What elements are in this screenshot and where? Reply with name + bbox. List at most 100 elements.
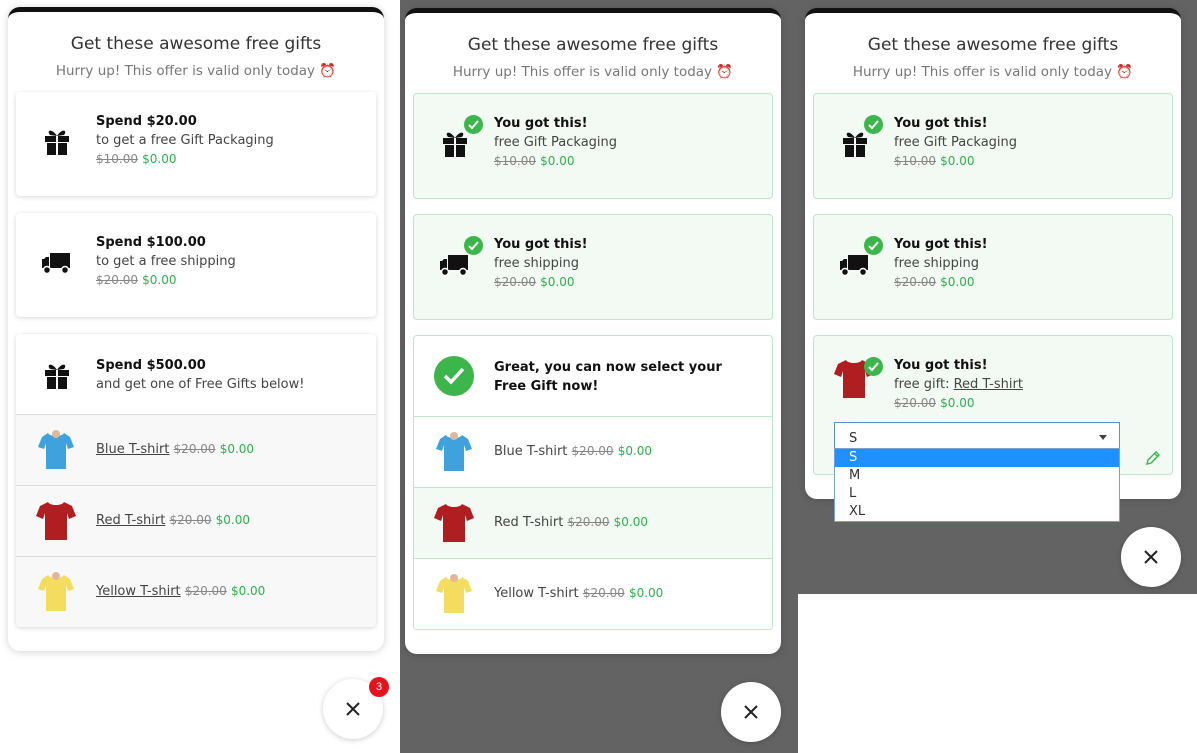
new-price: $0.00: [142, 152, 177, 166]
old-price: $20.00: [494, 275, 536, 289]
gift-popup-panel-2: Get these awesome free gifts Hurry up! T…: [405, 8, 781, 654]
tier-card-packaging: Spend $20.00 to get a free Gift Packagin…: [16, 92, 376, 196]
popup-title: Get these awesome free gifts: [467, 35, 719, 55]
size-option-m[interactable]: M: [835, 467, 1119, 485]
gift-option-red[interactable]: Red T-shirt $20.00 $0.00: [16, 485, 376, 556]
tier-desc: to get a free shipping: [96, 254, 236, 269]
gift-popup-panel-1: Get these awesome free gifts Hurry up! T…: [8, 7, 384, 651]
tier-card-free-gift: Spend $500.00 and get one of Free Gifts …: [16, 334, 376, 627]
gift-option-yellow[interactable]: Yellow T-shirt $20.00 $0.00: [414, 558, 772, 629]
check-icon: [864, 357, 883, 376]
new-price: $0.00: [215, 513, 250, 527]
red-tshirt-image: [36, 500, 76, 542]
gift-option-blue[interactable]: Blue T-shirt $20.00 $0.00: [16, 414, 376, 485]
tier-heading: Spend $500.00: [96, 358, 206, 373]
gift-name-link[interactable]: Red T-shirt: [96, 513, 165, 528]
tier-card-shipping: You got this! free shipping $20.00 $0.00: [413, 214, 773, 320]
new-price: $0.00: [540, 275, 575, 289]
tier-desc: free gift:: [894, 377, 954, 392]
gift-name: Red T-shirt: [494, 515, 564, 530]
new-price: $0.00: [940, 154, 975, 168]
notification-badge: 3: [369, 677, 389, 697]
gift-popup-panel-3: Get these awesome free gifts Hurry up! T…: [805, 8, 1181, 499]
size-option-s[interactable]: S: [835, 449, 1119, 467]
tier-heading: Spend $20.00: [96, 114, 197, 129]
tier-desc: free Gift Packaging: [894, 135, 1018, 150]
tier-card-shipping: Spend $100.00 to get a free shipping $20…: [16, 213, 376, 317]
old-price: $10.00: [96, 152, 138, 166]
check-icon: [464, 236, 483, 255]
close-button[interactable]: [1121, 527, 1181, 587]
popup-subtitle: Hurry up! This offer is valid only today…: [452, 64, 734, 80]
gift-name-link[interactable]: Red T-shirt: [954, 377, 1023, 392]
old-price: $20.00: [571, 444, 614, 458]
old-price: $20.00: [169, 513, 212, 527]
size-option-l[interactable]: L: [835, 485, 1119, 503]
red-tshirt-image: [434, 502, 474, 544]
size-select-value: S: [849, 431, 858, 446]
check-circle-icon: [434, 356, 474, 396]
popup-subtitle: Hurry up! This offer is valid only today…: [55, 63, 337, 79]
check-icon: [464, 115, 483, 134]
tier-desc: free shipping: [894, 256, 979, 271]
size-option-xl[interactable]: XL: [835, 503, 1119, 521]
close-button[interactable]: [721, 682, 781, 742]
new-price: $0.00: [617, 444, 653, 458]
popup-title: Get these awesome free gifts: [70, 34, 322, 54]
old-price: $10.00: [494, 154, 536, 168]
tier-heading: You got this!: [894, 358, 988, 373]
tier-desc: free shipping: [494, 256, 579, 271]
new-price: $0.00: [613, 515, 648, 529]
check-icon: [864, 236, 883, 255]
gift-icon: [40, 124, 74, 158]
gift-icon: [40, 358, 74, 392]
gift-name: Yellow T-shirt: [494, 586, 579, 601]
size-dropdown-list: S M L XL: [834, 448, 1120, 522]
new-price: $0.00: [230, 584, 266, 598]
tier-desc: to get a free Gift Packaging: [96, 133, 274, 148]
tier-heading: You got this!: [494, 237, 588, 252]
gift-option-red[interactable]: Red T-shirt $20.00 $0.00: [414, 487, 772, 558]
edit-pencil-icon[interactable]: [1145, 450, 1161, 466]
gift-name-link[interactable]: Yellow T-shirt: [96, 584, 181, 599]
yellow-tshirt-image: [36, 571, 76, 613]
tier-heading: Spend $100.00: [96, 235, 206, 250]
new-price: $0.00: [142, 273, 177, 287]
close-button[interactable]: 3: [323, 677, 389, 739]
tier-desc: free Gift Packaging: [494, 135, 618, 150]
new-price: $0.00: [540, 154, 575, 168]
popup-subtitle: Hurry up! This offer is valid only today…: [852, 64, 1134, 80]
gift-name: Blue T-shirt: [494, 444, 568, 459]
old-price: $10.00: [894, 154, 936, 168]
check-icon: [864, 115, 883, 134]
truck-icon: [40, 245, 74, 279]
select-gift-message: Great, you can now select your Free Gift…: [494, 360, 722, 394]
tier-card-shipping: You got this! free shipping $20.00 $0.00: [813, 214, 1173, 320]
tier-desc: and get one of Free Gifts below!: [96, 377, 305, 392]
tier-heading: You got this!: [894, 237, 988, 252]
tier-heading: You got this!: [494, 116, 588, 131]
tier-heading: You got this!: [894, 116, 988, 131]
tier-card-free-gift: Great, you can now select your Free Gift…: [413, 335, 773, 630]
old-price: $20.00: [173, 442, 216, 456]
tier-card-packaging: You got this! free Gift Packaging $10.00…: [413, 93, 773, 199]
popup-title: Get these awesome free gifts: [867, 35, 1119, 55]
close-icon: [744, 705, 758, 719]
gift-name-link[interactable]: Blue T-shirt: [96, 442, 169, 457]
tier-card-packaging: You got this! free Gift Packaging $10.00…: [813, 93, 1173, 199]
old-price: $20.00: [894, 275, 936, 289]
gift-option-yellow[interactable]: Yellow T-shirt $20.00 $0.00: [16, 556, 376, 627]
old-price: $20.00: [96, 273, 138, 287]
new-price: $0.00: [940, 275, 975, 289]
close-icon: [346, 702, 360, 716]
old-price: $20.00: [184, 584, 227, 598]
yellow-tshirt-image: [434, 573, 474, 615]
old-price: $20.00: [567, 515, 610, 529]
close-icon: [1144, 550, 1158, 564]
old-price: $20.00: [894, 396, 936, 410]
blue-tshirt-image: [434, 431, 474, 473]
new-price: $0.00: [628, 586, 664, 600]
gift-option-blue[interactable]: Blue T-shirt $20.00 $0.00: [414, 416, 772, 487]
chevron-down-icon: [1099, 435, 1107, 440]
blue-tshirt-image: [36, 429, 76, 471]
